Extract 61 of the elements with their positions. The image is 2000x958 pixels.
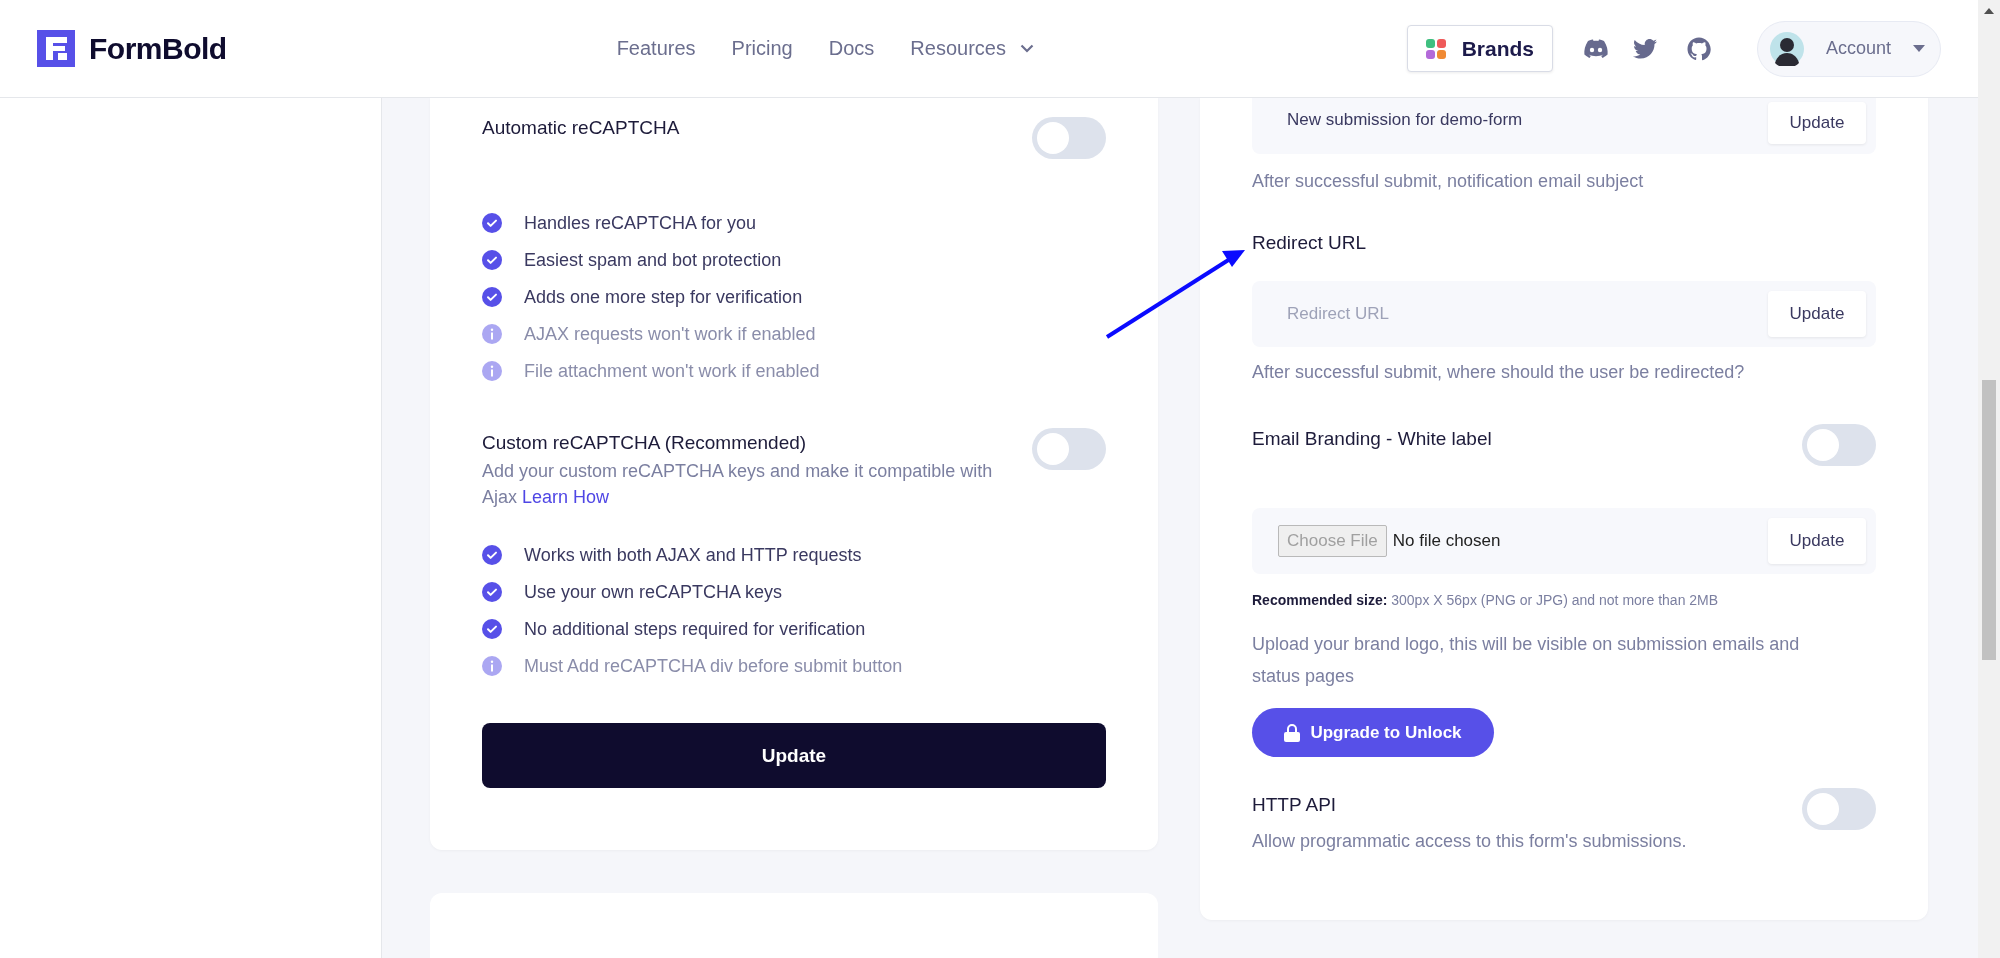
section-description: Add your custom reCAPTCHA keys and make it compatible with Ajax Learn How <box>482 460 994 509</box>
file-status: No file chosen <box>1392 531 1501 551</box>
size-note: Recommended size: 300px X 56px (PNG or JPG) and not more than 2MB <box>1252 591 1720 610</box>
feature-text: Must Add reCAPTCHA div before submit button <box>524 655 903 677</box>
scroll-up-icon[interactable] <box>1984 8 1994 14</box>
redirect-url-field[interactable]: Redirect URL Update <box>1252 281 1876 347</box>
help-text: After successful submit, notification email subject <box>1252 170 1645 193</box>
toggle-switch[interactable] <box>1032 117 1106 159</box>
section-title: HTTP API <box>1252 793 1338 817</box>
section-title: Automatic reCAPTCHA <box>482 116 680 140</box>
check-circle-icon <box>482 250 502 270</box>
feature-text: Use your own reCAPTCHA keys <box>524 581 783 603</box>
learn-how-link[interactable]: Learn How <box>522 487 610 507</box>
info-icon <box>482 361 502 381</box>
brands-button[interactable]: Brands <box>1406 25 1553 72</box>
chevron-down-icon <box>1019 44 1034 53</box>
lock-icon <box>1284 723 1301 742</box>
logo-icon <box>37 30 75 67</box>
check-circle-icon <box>482 619 502 639</box>
check-circle-icon <box>482 213 502 233</box>
feature-text: AJAX requests won't work if enabled <box>524 323 816 345</box>
chat-controller-icon[interactable] <box>1583 38 1609 59</box>
feature-text: File attachment won't work if enabled <box>524 360 820 382</box>
update-button[interactable]: Update <box>482 723 1106 788</box>
section-description: Allow programmatic access to this form's submissions. <box>1252 830 1687 853</box>
section-title: Custom reCAPTCHA (Recommended) <box>482 431 808 455</box>
github-icon[interactable] <box>1687 36 1711 61</box>
toggle-switch[interactable] <box>1802 424 1876 466</box>
avatar-icon <box>1770 31 1804 66</box>
info-icon <box>482 324 502 344</box>
bird-icon[interactable] <box>1633 38 1657 59</box>
field-label: Redirect URL <box>1252 231 1368 255</box>
feature-text: No additional steps required for verification <box>524 618 866 640</box>
scrollbar[interactable] <box>1978 0 2000 958</box>
nav-link[interactable]: Docs <box>828 37 875 60</box>
check-circle-icon <box>482 582 502 602</box>
nav-link[interactable]: Pricing <box>731 37 793 60</box>
scrollbar-thumb[interactable] <box>1982 380 1996 660</box>
toggle-switch[interactable] <box>1802 788 1876 830</box>
caret-icon <box>1913 45 1926 52</box>
feature-text: Adds one more step for verification <box>524 286 803 308</box>
help-text: Upload your brand logo, this will be visible on submission emails and status pages <box>1252 633 1801 688</box>
info-icon <box>482 656 502 676</box>
feature-text: Handles reCAPTCHA for you <box>524 212 757 234</box>
update-button[interactable]: Update <box>1768 102 1866 144</box>
subject-field[interactable]: New submission for demo-form Update <box>1252 98 1876 154</box>
update-button[interactable]: Update <box>1768 518 1866 564</box>
logo-text: FormBold <box>89 31 227 66</box>
check-circle-icon <box>482 545 502 565</box>
nav-link[interactable]: Resources <box>910 37 1034 60</box>
upgrade-button[interactable]: Upgrade to Unlock <box>1252 708 1494 757</box>
section-title: Email Branding - White label <box>1252 427 1492 451</box>
nav-link[interactable]: Features <box>616 37 696 60</box>
account-button[interactable]: Account <box>1757 20 1941 77</box>
check-circle-icon <box>482 287 502 307</box>
update-button[interactable]: Update <box>1768 291 1866 337</box>
grid-dots-icon <box>1425 38 1446 59</box>
toggle-switch[interactable] <box>1032 428 1106 470</box>
feature-text: Works with both AJAX and HTTP requests <box>524 544 862 566</box>
feature-text: Easiest spam and bot protection <box>524 249 782 271</box>
help-text: After successful submit, where should the user be redirected? <box>1252 361 1746 384</box>
